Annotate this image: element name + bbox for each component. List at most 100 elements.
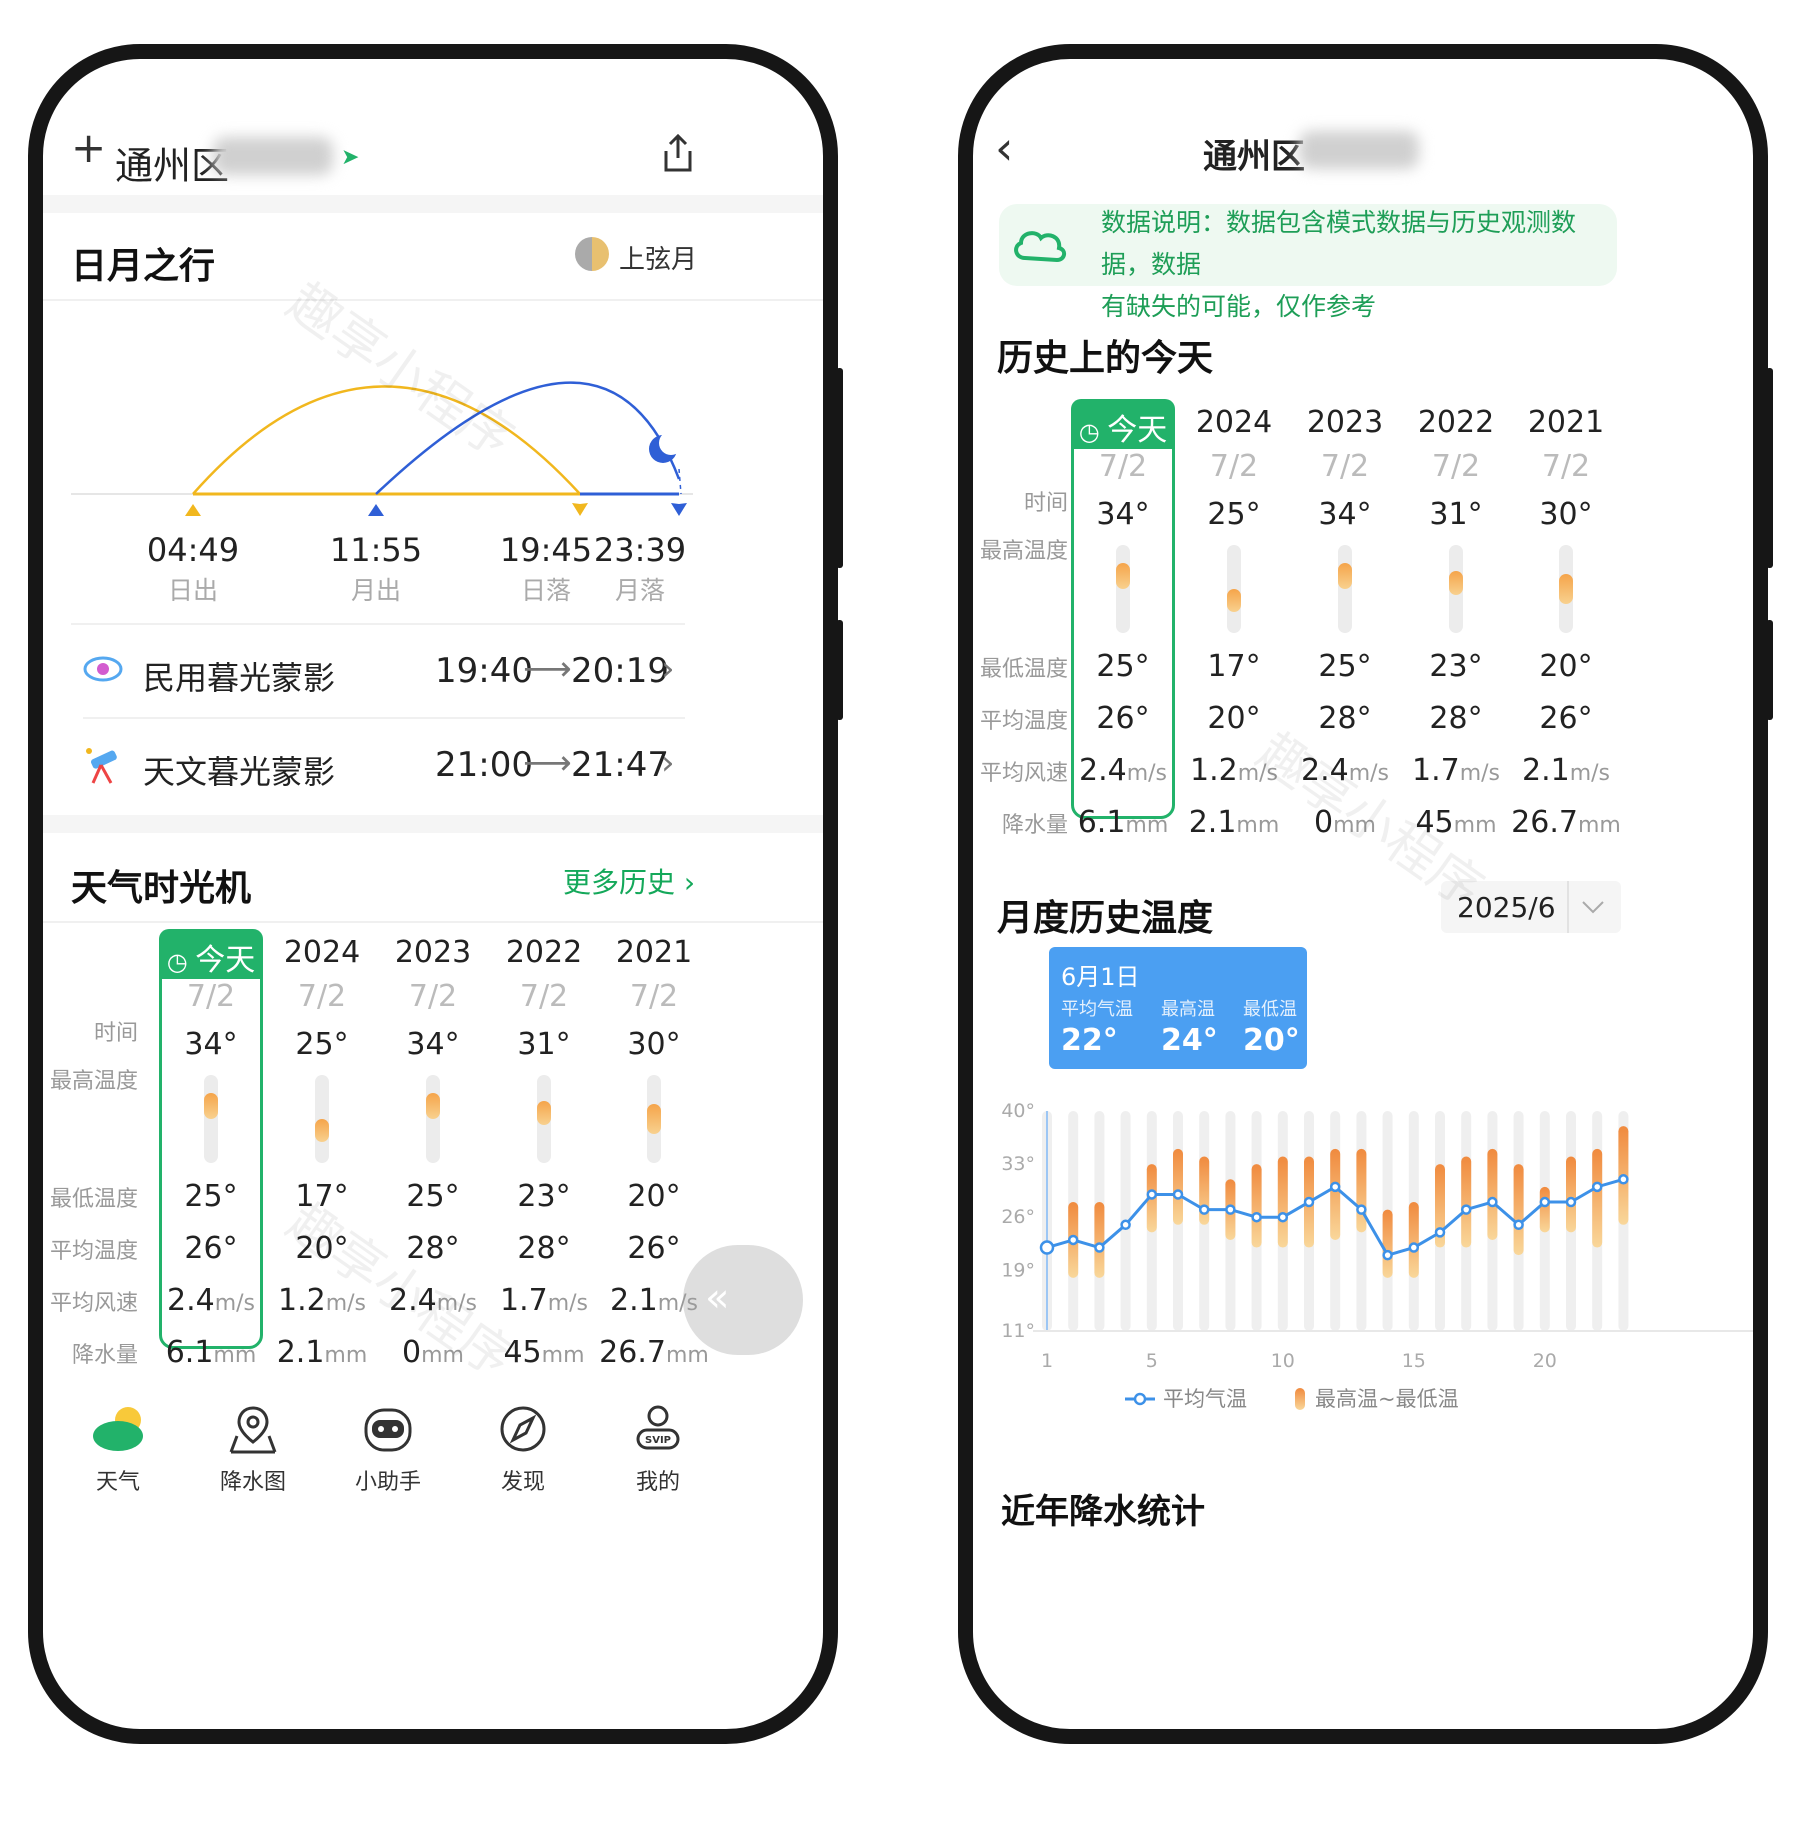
- tooltip-label: 最高温: [1161, 999, 1215, 1020]
- chevron-right-icon: ›: [683, 866, 696, 899]
- wind-speed: 2.4m/s: [373, 1283, 493, 1318]
- moonset-time: 23:39: [593, 531, 687, 569]
- avg-temp: 28°: [517, 1231, 571, 1266]
- more-history-link[interactable]: 更多历史 ›: [563, 861, 695, 901]
- wind-speed: 2.1m/s: [1506, 753, 1626, 788]
- share-icon[interactable]: [661, 133, 695, 173]
- temp-range-bar: [1277, 1156, 1288, 1248]
- city-name[interactable]: 通州区: [115, 135, 229, 190]
- wind-speed: 1.7m/s: [1396, 753, 1516, 788]
- temp-range-bar: [1449, 545, 1463, 633]
- column-date: 7/2: [629, 979, 679, 1014]
- month-select[interactable]: 2025/6: [1441, 881, 1621, 933]
- tooltip-label: 最低温: [1243, 999, 1297, 1020]
- wind-speed: 1.2m/s: [1174, 753, 1294, 788]
- history-table: 时间 最高温度 最低温度 平均温度 平均风速 降水量 ◷ 今天 7/2 34° 25° 26° 2.4…: [973, 399, 1753, 849]
- legend-label: 平均气温: [1163, 1387, 1247, 1411]
- wind-value: 2.4: [166, 1283, 215, 1318]
- precipitation: 26.7mm: [594, 1335, 714, 1370]
- avg-temp-point: [1198, 1204, 1210, 1215]
- y-tick-label: 26°: [1001, 1206, 1035, 1228]
- wind-value: 2.4: [1300, 753, 1349, 788]
- avg-temp-point: [1172, 1189, 1184, 1200]
- civil-twilight-row[interactable]: 民用暮光蒙影 19:40 ⟶ 20:19 ›: [71, 625, 695, 717]
- moonrise-marker: [368, 504, 384, 516]
- avg-temp-point: [1487, 1196, 1498, 1208]
- add-city-icon[interactable]: +: [71, 123, 106, 172]
- column-year: 2024: [283, 935, 361, 970]
- avg-temp-point: [1303, 1196, 1315, 1208]
- user-svip-icon: SVIP: [636, 1405, 680, 1450]
- temp-range-bar: [1592, 1148, 1603, 1248]
- moon-path: [375, 381, 681, 495]
- nav-label: 发现: [500, 1470, 545, 1495]
- twilight-name: 民用暮光蒙影: [143, 659, 336, 697]
- nav-profile[interactable]: SVIP 我的: [593, 1404, 723, 1496]
- sun-path: [192, 385, 581, 495]
- high-temp: 31°: [517, 1027, 571, 1062]
- more-history-label: 更多历史: [563, 866, 676, 899]
- wind-value: 2.1: [1521, 753, 1570, 788]
- x-tick-label: 5: [1146, 1350, 1158, 1372]
- high-temp: 31°: [1429, 497, 1483, 532]
- map-pin-icon: [229, 1406, 277, 1454]
- tooltip-value: 20°: [1243, 1023, 1300, 1058]
- wind-value: 2.1: [609, 1283, 658, 1318]
- temp-range-bar: [1116, 545, 1130, 633]
- row-label: 最低温度: [49, 1187, 138, 1212]
- row-label: 平均风速: [49, 1291, 138, 1316]
- astronomical-twilight-row[interactable]: 天文暮光蒙影 21:00 ⟶ 21:47 ›: [71, 719, 695, 811]
- y-tick-label: 11°: [1001, 1320, 1035, 1342]
- nav-weather[interactable]: 天气: [53, 1404, 183, 1496]
- moonset-label: 月落: [614, 576, 665, 605]
- chevron-down-icon: [1582, 901, 1604, 914]
- avg-temp: 26°: [1539, 701, 1593, 736]
- temp-range-fill: [1116, 562, 1130, 589]
- column-year: 2021: [1527, 405, 1605, 440]
- avg-temp: 28°: [406, 1231, 460, 1266]
- notice-line: 有缺失的可能，仅作参考: [1101, 292, 1377, 321]
- temp-range-bar: [1251, 1164, 1262, 1248]
- avg-temp-point: [1094, 1242, 1105, 1253]
- nav-discover[interactable]: 发现: [458, 1404, 588, 1496]
- sunrise-marker: [185, 504, 201, 516]
- rain-value: 2.1: [276, 1335, 325, 1370]
- column-date: 7/2: [1098, 449, 1148, 484]
- column-year: 2022: [1417, 405, 1495, 440]
- rain-unit: mm: [665, 1343, 709, 1368]
- today-label: 今天: [195, 943, 256, 978]
- rain-unit: mm: [541, 1343, 585, 1368]
- notice-line: 数据说明：数据包含模式数据与历史观测数据，数据: [1101, 208, 1577, 279]
- arrow-right-icon: ⟶: [523, 743, 572, 783]
- avg-temp: 28°: [1429, 701, 1483, 736]
- nav-label: 降水图: [219, 1470, 286, 1495]
- nav-assistant[interactable]: 小助手: [323, 1404, 453, 1496]
- precipitation: 2.1mm: [262, 1335, 382, 1370]
- temp-range-bar: [204, 1075, 218, 1163]
- avg-temp-point: [1618, 1174, 1629, 1185]
- rain-value: 6.1: [1077, 805, 1126, 840]
- temp-range-fill: [537, 1101, 551, 1125]
- column-date: 7/2: [519, 979, 569, 1014]
- rain-value: 26.7: [1511, 805, 1578, 840]
- nav-precipitation[interactable]: 降水图: [188, 1404, 318, 1496]
- temp-range-bar: [1330, 1148, 1341, 1240]
- temp-range-fill: [1227, 589, 1241, 613]
- data-notice: 数据说明：数据包含模式数据与历史观测数据，数据 有缺失的可能，仅作参考: [999, 204, 1617, 321]
- moonset-marker: [671, 503, 687, 516]
- sunrise-time: 04:49: [146, 531, 240, 569]
- nav-label: 我的: [635, 1470, 680, 1495]
- column-year: 2024: [1195, 405, 1273, 440]
- cloud-data-icon: [1014, 231, 1066, 263]
- collapse-left-icon[interactable]: «: [683, 1245, 803, 1355]
- low-temp: 25°: [1096, 649, 1150, 684]
- column-year: 2021: [615, 935, 693, 970]
- row-label: 时间: [93, 1021, 138, 1046]
- high-temp: 34°: [184, 1027, 238, 1062]
- back-icon[interactable]: ‹: [995, 121, 1013, 175]
- low-temp: 25°: [1318, 649, 1372, 684]
- temp-range-bar: [1094, 1202, 1105, 1278]
- row-label: 平均温度: [49, 1239, 138, 1264]
- section-title: 月度历史温度: [997, 898, 1214, 939]
- high-temp: 30°: [1539, 497, 1593, 532]
